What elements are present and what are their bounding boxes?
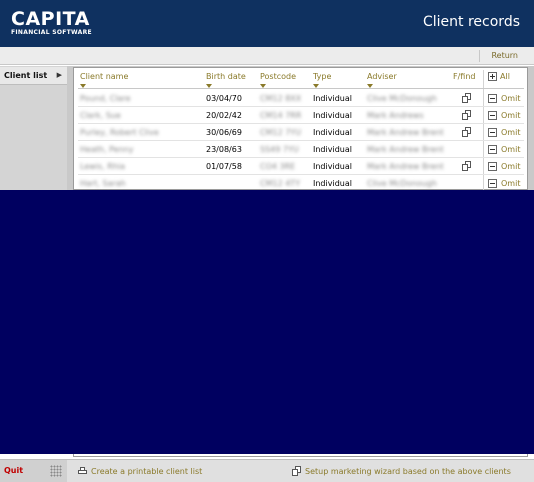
column-header-ffind: F/find bbox=[453, 72, 476, 81]
birth-date-cell: 01/07/58 bbox=[206, 162, 242, 171]
postcode-cell: CM12 7YU bbox=[260, 128, 302, 137]
column-header-adviser[interactable]: Adviser bbox=[367, 72, 397, 81]
client-name-cell: Heath, Penny bbox=[80, 145, 134, 154]
client-name-cell: Hart, Sarah bbox=[80, 179, 126, 188]
client-name-cell: Purley, Robert Clive bbox=[80, 128, 159, 137]
omit-minus-icon[interactable] bbox=[488, 162, 497, 171]
adviser-cell: Mark Andrew Brent bbox=[367, 128, 444, 137]
birth-date-cell: 20/02/42 bbox=[206, 111, 242, 120]
omit-label[interactable]: Omit bbox=[501, 128, 520, 137]
capita-logo: CAPITA FINANCIAL SOFTWARE bbox=[11, 9, 92, 37]
omit-minus-icon[interactable] bbox=[488, 145, 497, 154]
birth-date-cell: 03/04/70 bbox=[206, 94, 242, 103]
sidebar-item-client-list[interactable]: Client list ▶ bbox=[0, 67, 67, 85]
postcode-cell: SS49 7YU bbox=[260, 145, 299, 154]
type-cell: Individual bbox=[313, 145, 352, 154]
printer-icon[interactable] bbox=[78, 467, 87, 475]
table-row[interactable]: Lewis, Rhia 01/07/58 CO4 3RE Individual Mark… bbox=[78, 158, 524, 175]
client-name-cell: Pound, Clare bbox=[80, 94, 131, 103]
postcode-cell: CM14 7RR bbox=[260, 111, 302, 120]
create-printable-list-link[interactable]: Create a printable client list bbox=[91, 467, 202, 476]
fact-find-icon[interactable] bbox=[462, 127, 472, 137]
omit-label[interactable]: Omit bbox=[501, 145, 520, 154]
omit-minus-icon[interactable] bbox=[488, 111, 497, 120]
sidebar: Client list ▶ bbox=[0, 66, 67, 190]
fact-find-icon[interactable] bbox=[462, 110, 472, 120]
client-name-cell: Lewis, Rhia bbox=[80, 162, 126, 171]
select-all-label[interactable]: All bbox=[500, 72, 510, 81]
column-header-type[interactable]: Type bbox=[313, 72, 331, 81]
postcode-cell: CO4 3RE bbox=[260, 162, 296, 171]
birth-date-cell: 30/06/69 bbox=[206, 128, 242, 137]
type-cell: Individual bbox=[313, 179, 352, 188]
adviser-cell: Mark Andrews bbox=[367, 111, 424, 120]
app-header: CAPITA FINANCIAL SOFTWARE Client records bbox=[0, 0, 534, 47]
omit-label[interactable]: Omit bbox=[501, 111, 520, 120]
grip-icon bbox=[50, 465, 62, 477]
logo-main-text: CAPITA bbox=[11, 8, 90, 30]
birth-date-cell: 23/08/63 bbox=[206, 145, 242, 154]
omit-label[interactable]: Omit bbox=[501, 179, 520, 188]
adviser-cell: Mark Andrew Brent bbox=[367, 162, 444, 171]
overlay-panel bbox=[0, 190, 534, 454]
fact-find-icon[interactable] bbox=[462, 161, 472, 171]
type-cell: Individual bbox=[313, 111, 352, 120]
omit-minus-icon[interactable] bbox=[488, 128, 497, 137]
omit-label[interactable]: Omit bbox=[501, 162, 520, 171]
table-row[interactable]: Pound, Clare 03/04/70 CM12 8XX Individual Cl… bbox=[78, 90, 524, 107]
postcode-cell: CM12 8XX bbox=[260, 94, 302, 103]
table-row[interactable]: Clark, Sue 20/02/42 CM14 7RR Individual Mark… bbox=[78, 107, 524, 124]
column-header-client-name[interactable]: Client name bbox=[80, 72, 128, 81]
header-divider bbox=[78, 88, 524, 89]
table-panel-bottom bbox=[73, 454, 528, 457]
logo-sub-text: FINANCIAL SOFTWARE bbox=[11, 29, 92, 36]
omit-label[interactable]: Omit bbox=[501, 94, 520, 103]
type-cell: Individual bbox=[313, 162, 352, 171]
adviser-cell: Mark Andrew Brent bbox=[367, 145, 444, 154]
type-cell: Individual bbox=[313, 128, 352, 137]
omit-minus-icon[interactable] bbox=[488, 179, 497, 188]
triangle-right-icon: ▶ bbox=[56, 71, 62, 79]
omit-minus-icon[interactable] bbox=[488, 94, 497, 103]
type-cell: Individual bbox=[313, 94, 352, 103]
return-button[interactable]: Return bbox=[491, 51, 518, 60]
adviser-cell: Clive McDonough bbox=[367, 94, 437, 103]
table-row[interactable]: Purley, Robert Clive 30/06/69 CM12 7YU Indi… bbox=[78, 124, 524, 141]
fact-find-icon[interactable] bbox=[462, 93, 472, 103]
client-table: Client name Birth date Postcode Type Adv… bbox=[73, 67, 528, 192]
column-header-postcode[interactable]: Postcode bbox=[260, 72, 296, 81]
page-title: Client records bbox=[423, 14, 520, 30]
toolbar: Return bbox=[0, 47, 534, 65]
postcode-cell: CM12 4TY bbox=[260, 179, 301, 188]
column-header-birth-date[interactable]: Birth date bbox=[206, 72, 246, 81]
quit-area: Quit bbox=[0, 460, 67, 482]
quit-button[interactable]: Quit bbox=[4, 466, 23, 475]
table-row[interactable]: Heath, Penny 23/08/63 SS49 7YU Individual Ma… bbox=[78, 141, 524, 158]
toolbar-divider bbox=[479, 50, 480, 62]
marketing-wizard-link[interactable]: Setup marketing wizard based on the abov… bbox=[305, 467, 511, 476]
adviser-cell: Clive McDonough bbox=[367, 179, 437, 188]
client-name-cell: Clark, Sue bbox=[80, 111, 121, 120]
bottom-bar: Quit Create a printable client list Setu… bbox=[0, 459, 534, 482]
select-all-plus-icon[interactable] bbox=[488, 72, 497, 81]
copy-pages-icon[interactable] bbox=[292, 466, 302, 476]
sidebar-item-label: Client list bbox=[4, 71, 48, 80]
